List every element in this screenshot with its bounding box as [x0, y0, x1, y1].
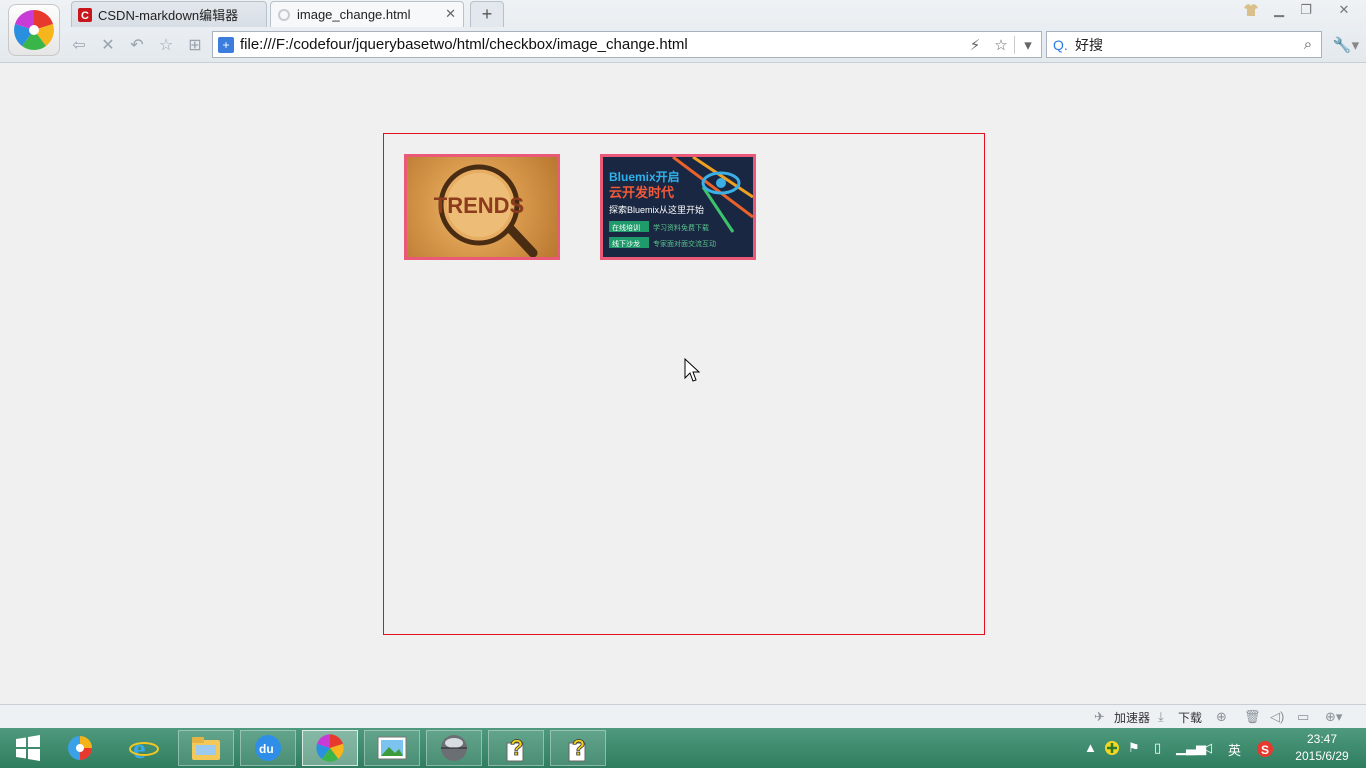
input-language[interactable]: 英	[1228, 740, 1241, 759]
browser-status-bar: ✈ 加速器 ⤓ 下载 ⊕ 🗑 ◁) ▭ ⊕▾	[0, 704, 1366, 728]
browser-chrome: C CSDN-markdown编辑器 image_change.html ✕ +…	[0, 0, 1366, 63]
svg-text:?: ?	[572, 735, 585, 760]
image-container: TRENDS Bluemix开启 云开发时代 探索Bluemix从这里开始 在线…	[383, 133, 985, 635]
speaker-icon[interactable]: ◁	[1202, 740, 1212, 756]
bookmark-star-icon[interactable]: ☆	[988, 36, 1014, 54]
csdn-favicon-icon: C	[78, 7, 92, 22]
download-icon: ⤓	[1158, 709, 1164, 724]
speed-mode-icon[interactable]: ⚡	[962, 36, 988, 54]
tab-title: CSDN-markdown编辑器	[98, 8, 239, 23]
tab-image-change[interactable]: image_change.html ✕	[270, 1, 464, 27]
tools-menu-icon[interactable]: 🔧▾	[1330, 34, 1362, 56]
address-dropdown-icon[interactable]: ▾	[1014, 35, 1041, 54]
zoom-icon[interactable]: ⊕▾	[1325, 709, 1342, 725]
back-icon[interactable]: ⇦	[68, 34, 90, 56]
browser-taskbar-icon[interactable]	[302, 730, 358, 766]
stop-icon[interactable]: ✕	[97, 34, 119, 56]
action-center-flag-icon[interactable]: ⚑	[1128, 740, 1140, 756]
close-tab-icon[interactable]: ✕	[445, 6, 456, 22]
skin-icon[interactable]	[1240, 0, 1262, 20]
power-icon[interactable]: ▯	[1154, 740, 1161, 756]
tab-title: image_change.html	[297, 7, 411, 22]
trends-text: TRENDS	[434, 193, 524, 218]
page-viewport: TRENDS Bluemix开启 云开发时代 探索Bluemix从这里开始 在线…	[0, 63, 1366, 704]
sogou-ime-icon[interactable]: S	[1256, 740, 1274, 761]
banner-tag1: 在线培训	[612, 223, 640, 232]
clock-time: 23:47	[1306, 732, 1338, 746]
clear-trash-icon[interactable]: 🗑	[1244, 709, 1261, 725]
screenshot-icon[interactable]: ⊕	[1216, 709, 1227, 725]
unknown-app-icon[interactable]: ?	[550, 730, 606, 766]
bluemix-banner-image[interactable]: Bluemix开启 云开发时代 探索Bluemix从这里开始 在线培训 学习资料…	[600, 154, 756, 260]
new-tab-button[interactable]: +	[470, 1, 504, 27]
banner-tag2: 线下沙龙	[612, 239, 640, 248]
address-url[interactable]: file:///F:/codefour/jquerybasetwo/html/c…	[240, 36, 962, 53]
unknown-app-icon[interactable]: ?	[488, 730, 544, 766]
undo-close-icon[interactable]: ↶	[126, 34, 148, 56]
baidu-cloud-icon[interactable]: du	[240, 730, 296, 766]
taskbar-app-360-icon[interactable]	[52, 730, 108, 766]
trends-image[interactable]: TRENDS	[404, 154, 560, 260]
search-icon[interactable]: ⌕	[1295, 36, 1321, 53]
maximize-icon[interactable]: ❐	[1295, 0, 1317, 20]
volume-icon[interactable]: ◁)	[1270, 709, 1284, 725]
windows-logo-icon	[16, 735, 40, 761]
minimize-icon[interactable]: ▁	[1268, 0, 1290, 20]
tray-app-icon[interactable]	[1104, 740, 1120, 759]
start-button[interactable]	[0, 730, 56, 766]
download-button[interactable]: 下载	[1178, 709, 1202, 726]
favorite-icon[interactable]: ☆	[155, 34, 177, 56]
banner-tag1-text: 学习资料免费下载	[653, 223, 709, 232]
svg-text:e: e	[133, 734, 145, 763]
apps-grid-icon[interactable]: ⊞	[184, 34, 206, 56]
svg-text:C: C	[81, 10, 89, 22]
search-engine-icon[interactable]: Q.	[1053, 37, 1075, 53]
windows-taskbar: e du ? ? ▲ ⚑ ▯ ▁▃▅ ◁ 英 S 23:47 2015/6/29	[0, 728, 1366, 768]
mouse-cursor-icon	[684, 358, 700, 382]
clock-date: 2015/6/29	[1295, 749, 1349, 763]
browser-logo-icon[interactable]	[8, 4, 60, 56]
banner-line2: 云开发时代	[609, 185, 674, 200]
rocket-icon: ✈	[1094, 709, 1105, 724]
file-explorer-icon[interactable]	[178, 730, 234, 766]
banner-line1: Bluemix开启	[609, 169, 680, 184]
loading-favicon-icon	[277, 8, 291, 22]
image-viewer-icon[interactable]	[364, 730, 420, 766]
system-clock[interactable]: 23:47 2015/6/29	[1286, 731, 1358, 765]
close-window-icon[interactable]: ✕	[1333, 0, 1355, 20]
search-bar[interactable]: Q. 好搜 ⌕	[1046, 31, 1322, 58]
sphere-app-icon[interactable]	[426, 730, 482, 766]
tray-expand-icon[interactable]: ▲	[1084, 740, 1097, 755]
svg-text:du: du	[259, 742, 274, 756]
banner-line3: 探索Bluemix从这里开始	[609, 204, 704, 215]
svg-text:?: ?	[510, 735, 523, 760]
address-bar[interactable]: + file:///F:/codefour/jquerybasetwo/html…	[212, 31, 1042, 58]
banner-tag2-text: 专家面对面交流互动	[653, 239, 716, 248]
accelerator-button[interactable]: 加速器	[1114, 709, 1150, 726]
security-shield-icon: +	[218, 36, 234, 53]
search-input[interactable]: 好搜	[1075, 35, 1295, 55]
window-icon[interactable]: ▭	[1297, 709, 1309, 725]
tab-csdn-markdown[interactable]: C CSDN-markdown编辑器	[71, 1, 267, 27]
internet-explorer-icon[interactable]: e	[116, 730, 172, 766]
svg-text:S: S	[1261, 743, 1269, 757]
